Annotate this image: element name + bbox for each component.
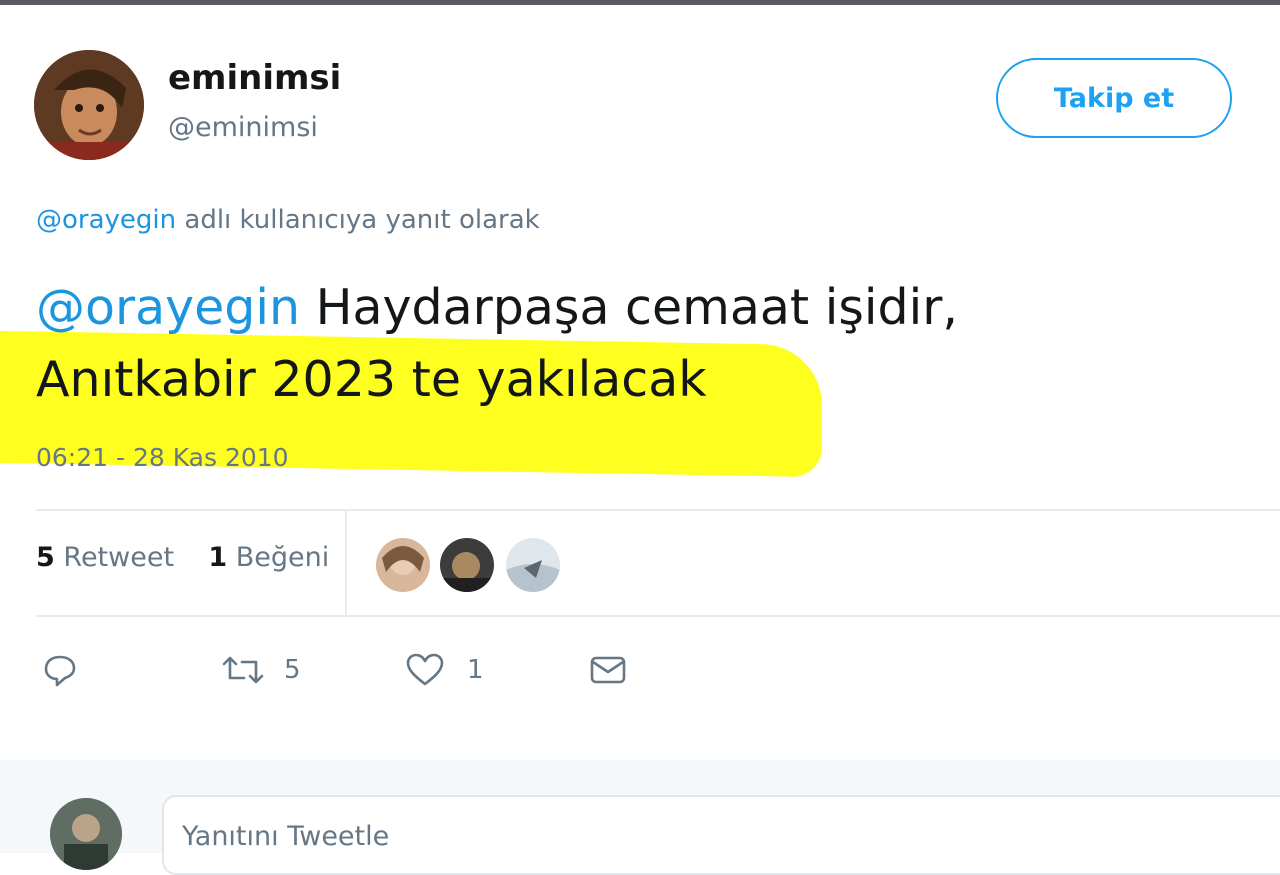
retweet-stat[interactable]: 5 Retweet (36, 542, 174, 573)
reply-context-mention[interactable]: @orayegin (36, 205, 176, 235)
retweet-icon (222, 656, 264, 684)
tweet-text-line-2: Anıtkabir 2023 te yakılacak (36, 351, 707, 408)
user-handle[interactable]: @eminimsi (168, 112, 318, 143)
envelope-icon (590, 656, 626, 684)
avatar-image (34, 50, 144, 160)
reply-context-text: adlı kullanıcıya yanıt olarak (176, 205, 540, 235)
avatar[interactable] (34, 50, 144, 160)
liker-avatar-image (376, 538, 430, 592)
follow-button[interactable]: Takip et (996, 58, 1232, 138)
liker-avatar-image (506, 538, 560, 592)
retweet-label: Retweet (63, 542, 175, 573)
retweet-action-count: 5 (284, 655, 301, 685)
tweet-stats: 5 Retweet 1 Beğeni (36, 542, 329, 573)
divider-bottom (36, 615, 1280, 617)
dm-action[interactable] (588, 645, 628, 695)
tweet-text-line-1: @orayegin Haydarpaşa cemaat işidir, (36, 272, 1236, 344)
display-name[interactable]: eminimsi (168, 58, 341, 98)
tweet-text: @orayegin Haydarpaşa cemaat işidir, Anıt… (36, 272, 1236, 416)
retweet-action[interactable]: 5 (220, 645, 301, 695)
like-action[interactable]: 1 (405, 645, 484, 695)
like-count: 1 (208, 542, 228, 573)
liker-avatar-1[interactable] (374, 536, 432, 594)
divider-top (36, 509, 1280, 511)
liker-avatar-3[interactable] (504, 536, 562, 594)
heart-icon (406, 653, 444, 686)
tweet-text-part-1: Haydarpaşa cemaat işidir, (300, 279, 958, 336)
reply-avatar-image (50, 798, 122, 870)
reply-input[interactable]: Yanıtını Tweetle (162, 795, 1280, 875)
stats-separator (345, 510, 347, 615)
liker-avatar-image (440, 538, 494, 592)
like-label: Beğeni (235, 542, 330, 573)
reply-avatar (50, 798, 122, 870)
tweet-mention-link[interactable]: @orayegin (36, 279, 300, 336)
reply-icon (44, 655, 76, 687)
reply-action[interactable] (42, 645, 78, 695)
top-border (0, 0, 1280, 5)
like-action-count: 1 (467, 655, 484, 685)
liker-avatar-2[interactable] (438, 536, 496, 594)
retweet-count: 5 (36, 542, 55, 573)
reply-context: @orayegin adlı kullanıcıya yanıt olarak (36, 205, 540, 235)
tweet-timestamp[interactable]: 06:21 - 28 Kas 2010 (36, 443, 289, 472)
like-stat[interactable]: 1 Beğeni (208, 542, 329, 573)
